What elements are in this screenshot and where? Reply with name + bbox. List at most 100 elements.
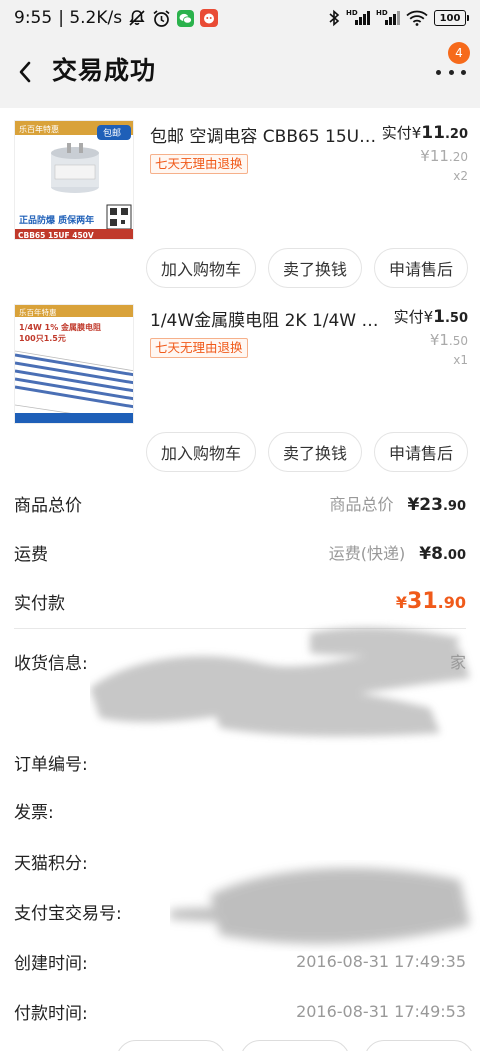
price-dec: .90 bbox=[437, 592, 466, 612]
quantity: x2 bbox=[453, 169, 468, 183]
mute-bell-icon bbox=[128, 9, 146, 27]
price-dec: .90 bbox=[442, 499, 466, 514]
created-time-value: 2016-08-31 17:49:35 bbox=[296, 951, 466, 971]
order-number-row: 订单编号: bbox=[14, 747, 466, 777]
original-price: ¥1.50 bbox=[394, 331, 468, 349]
paid-time-value: 2016-08-31 17:49:53 bbox=[296, 1001, 466, 1021]
shipping-value: ¥8.00 bbox=[419, 544, 466, 564]
hd-label: HD bbox=[376, 9, 388, 17]
created-time-label: 创建时间: bbox=[14, 953, 88, 974]
currency: ¥ bbox=[407, 495, 420, 515]
currency: ¥ bbox=[419, 544, 432, 564]
status-bar: 9:55 | 5.2K/s HD HD 100 bbox=[0, 0, 480, 36]
price-dec: .20 bbox=[448, 150, 468, 164]
paid-label: 实付款 bbox=[14, 593, 65, 614]
original-price: ¥11.20 bbox=[382, 147, 468, 165]
image-badge: 包邮 bbox=[103, 127, 121, 139]
add-to-cart-button[interactable]: 加入购物车 bbox=[145, 248, 256, 288]
alipay-label: 支付宝交易号: bbox=[14, 903, 122, 924]
currency: ¥ bbox=[411, 124, 422, 142]
price-dec: .50 bbox=[444, 311, 468, 326]
bluetooth-icon bbox=[328, 9, 340, 27]
goods-total-sub: 商品总价 bbox=[329, 495, 394, 514]
actual-label: 实付 bbox=[393, 308, 424, 326]
page-title: 交易成功 bbox=[52, 56, 157, 85]
order-number-label: 订单编号: bbox=[14, 754, 88, 775]
resell-button[interactable]: 卖了换钱 bbox=[267, 432, 362, 472]
back-arrow-icon bbox=[19, 61, 31, 83]
image-bottom-text: 正品防爆 质保两年 bbox=[19, 214, 94, 226]
price-int: 23 bbox=[419, 495, 443, 515]
address-tail: 家 bbox=[449, 653, 466, 672]
product-image-resistor[interactable]: 乐百年特惠 1/4W 1% 金属膜电阻 100只1.5元 bbox=[14, 304, 134, 424]
invoice-label: 发票: bbox=[14, 802, 54, 823]
order-item[interactable]: 乐百年特惠 包邮 正品防爆 质保两年 CBB65 15UF 450V 包邮 空调… bbox=[0, 108, 480, 288]
currency: ¥ bbox=[429, 331, 440, 349]
image-top-text: 乐百年特惠 bbox=[19, 124, 59, 134]
battery-icon: 100 bbox=[434, 10, 469, 26]
network-speed: | 5.2K/s bbox=[58, 8, 123, 28]
address-label: 收货信息: bbox=[14, 653, 88, 674]
paid-time-label: 付款时间: bbox=[14, 1003, 88, 1024]
return-policy-tag: 七天无理由退换 bbox=[150, 338, 248, 358]
back-button[interactable] bbox=[10, 54, 40, 90]
currency: ¥ bbox=[395, 592, 408, 612]
address-row: 收货信息: 家 bbox=[14, 646, 466, 676]
price-dec: .00 bbox=[442, 548, 466, 563]
price-box: 实付¥1.50 ¥1.50 x1 bbox=[394, 306, 468, 367]
paid-value: ¥31.90 bbox=[396, 589, 466, 614]
quantity: x1 bbox=[453, 353, 468, 367]
after-sales-button[interactable]: 申请售后 bbox=[373, 248, 468, 288]
product-image-capacitor[interactable]: 乐百年特惠 包邮 正品防爆 质保两年 CBB65 15UF 450V bbox=[14, 120, 134, 240]
alipay-row: 支付宝交易号: bbox=[14, 896, 466, 926]
redaction-scribble bbox=[90, 627, 470, 737]
created-time-row: 创建时间: 2016-08-31 17:49:35 bbox=[14, 946, 466, 976]
order-item[interactable]: 乐百年特惠 1/4W 1% 金属膜电阻 100只1.5元 1/4W金属膜电阻 2… bbox=[0, 292, 480, 472]
app-icon bbox=[200, 9, 219, 27]
points-row: 天猫积分: bbox=[14, 846, 466, 876]
shipping-sub: 运费(快递) bbox=[328, 544, 406, 563]
alarm-icon bbox=[152, 9, 171, 28]
price-int: 8 bbox=[431, 544, 443, 564]
status-time: 9:55 bbox=[14, 8, 53, 28]
image-model-text: CBB65 15UF 450V bbox=[18, 231, 94, 240]
divider bbox=[14, 628, 466, 629]
more-dots-icon bbox=[436, 69, 441, 75]
bottom-action-button[interactable] bbox=[240, 1040, 350, 1051]
wifi-icon bbox=[406, 10, 428, 26]
price-int: 11 bbox=[421, 123, 445, 143]
actual-price: 实付¥11.20 bbox=[382, 122, 468, 143]
add-to-cart-button[interactable]: 加入购物车 bbox=[145, 432, 256, 472]
nav-bar: 交易成功 4 bbox=[0, 36, 480, 108]
after-sales-button[interactable]: 申请售后 bbox=[373, 432, 468, 472]
points-label: 天猫积分: bbox=[14, 853, 88, 874]
price-dec: .20 bbox=[444, 127, 468, 142]
invoice-row: 发票: bbox=[14, 795, 466, 825]
currency: ¥ bbox=[423, 308, 434, 326]
return-policy-tag: 七天无理由退换 bbox=[150, 154, 248, 174]
wechat-icon bbox=[177, 9, 195, 27]
currency: ¥ bbox=[420, 147, 430, 165]
resell-button[interactable]: 卖了换钱 bbox=[267, 248, 362, 288]
shipping-row: 运费 运费(快递) ¥8.00 bbox=[14, 537, 466, 567]
goods-total-label: 商品总价 bbox=[14, 495, 82, 516]
price-dec: .50 bbox=[448, 334, 468, 348]
goods-total-row: 商品总价 商品总价 ¥23.90 bbox=[14, 488, 466, 518]
product-title[interactable]: 包邮 空调电容 CBB65 15UF 450V bbox=[150, 122, 382, 147]
paid-total-row: 实付款 ¥31.90 bbox=[14, 586, 466, 616]
price-box: 实付¥11.20 ¥11.20 x2 bbox=[382, 122, 468, 183]
item-actions: 加入购物车 卖了换钱 申请售后 bbox=[145, 432, 468, 472]
actual-label: 实付 bbox=[381, 124, 412, 142]
bottom-action-button[interactable] bbox=[116, 1040, 226, 1051]
price-int: 1 bbox=[433, 307, 445, 327]
signal-icon: HD bbox=[346, 9, 370, 25]
hd-label: HD bbox=[346, 9, 358, 17]
message-count-badge: 4 bbox=[448, 42, 470, 64]
bottom-action-button[interactable] bbox=[364, 1040, 474, 1051]
paid-time-row: 付款时间: 2016-08-31 17:49:53 bbox=[14, 996, 466, 1026]
price-int: 11 bbox=[429, 147, 449, 165]
price-int: 31 bbox=[407, 588, 438, 614]
product-title[interactable]: 1/4W金属膜电阻 2K 1/4W 1% bbox=[150, 306, 382, 331]
more-button[interactable] bbox=[436, 62, 466, 82]
goods-total-value: ¥23.90 bbox=[407, 495, 466, 515]
